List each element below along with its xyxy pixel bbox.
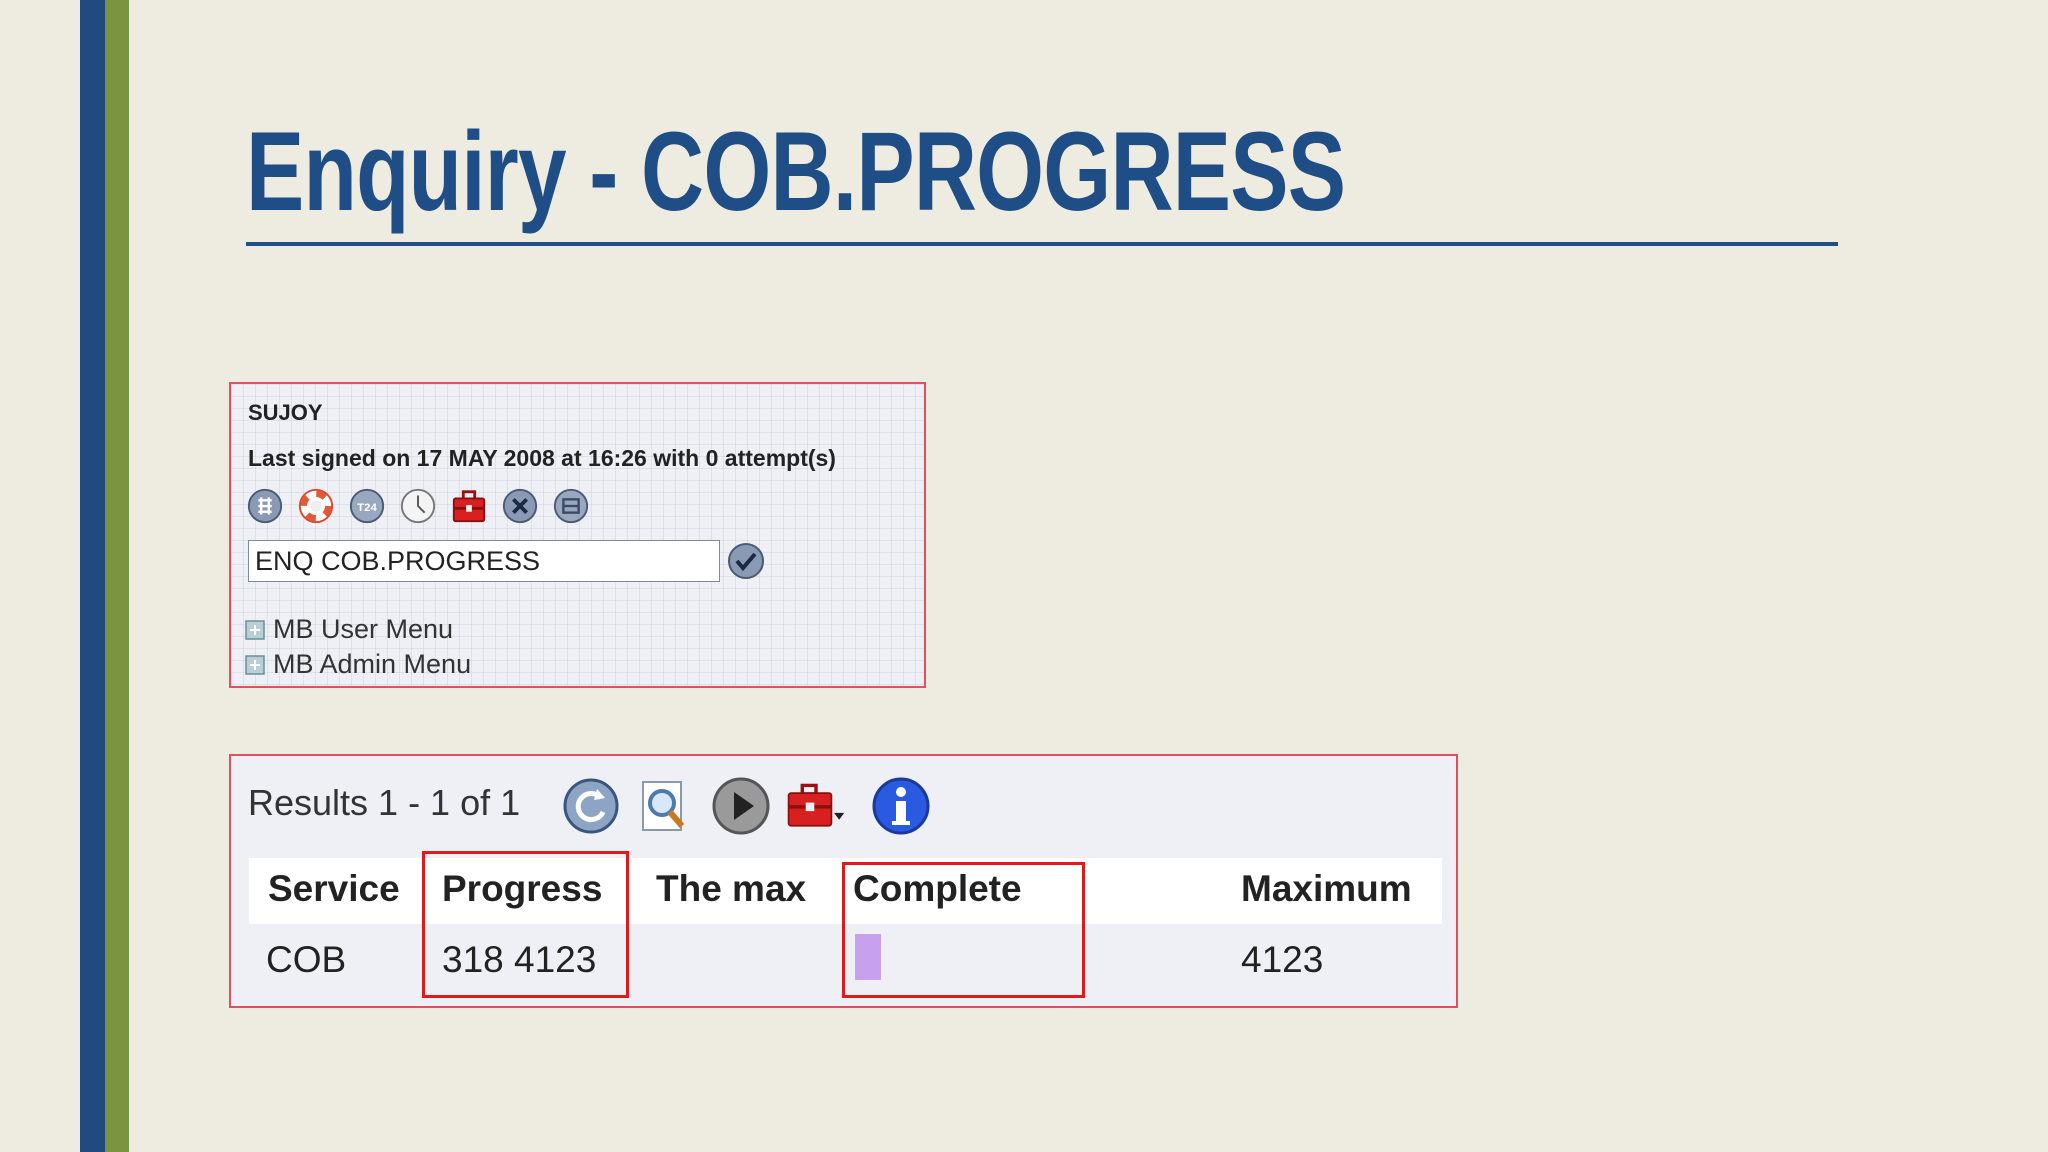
- login-panel: SUJOY Last signed on 17 MAY 2008 at 16:2…: [229, 382, 926, 688]
- home-icon[interactable]: [246, 487, 284, 525]
- toolbox-icon[interactable]: [450, 487, 488, 525]
- menu-item-mb-admin[interactable]: MB Admin Menu: [245, 649, 471, 680]
- menu-item-label: MB Admin Menu: [273, 649, 472, 679]
- title-underline: [246, 242, 1838, 246]
- column-header-the-max[interactable]: The max: [656, 868, 806, 910]
- cell-service: COB: [266, 939, 347, 980]
- highlight-box-complete: [842, 862, 1085, 998]
- close-icon[interactable]: [501, 487, 539, 525]
- expand-plus-icon: [245, 654, 265, 675]
- help-lifebuoy-icon[interactable]: [297, 487, 335, 525]
- column-header-maximum[interactable]: Maximum: [1241, 868, 1412, 910]
- last-signed-info: Last signed on 17 MAY 2008 at 16:26 with…: [248, 445, 836, 471]
- t24-icon[interactable]: T24: [348, 487, 386, 525]
- results-count: Results 1 - 1 of 1: [248, 782, 521, 823]
- left-stripe-green: [105, 0, 129, 1152]
- info-icon[interactable]: [871, 776, 931, 836]
- command-input[interactable]: [248, 540, 720, 582]
- highlight-box-progress: [422, 851, 629, 998]
- svg-text:T24: T24: [357, 502, 377, 514]
- cell-maximum: 4123: [1241, 939, 1324, 980]
- minimize-icon[interactable]: [552, 487, 590, 525]
- toolbox-dropdown-icon[interactable]: [786, 776, 846, 836]
- toolbar: T24: [246, 487, 590, 525]
- clock-icon[interactable]: [399, 487, 437, 525]
- expand-plus-icon: [245, 619, 265, 640]
- go-check-icon[interactable]: [726, 541, 766, 581]
- play-icon[interactable]: [711, 776, 771, 836]
- magnify-icon[interactable]: [637, 776, 697, 836]
- column-header-service[interactable]: Service: [268, 868, 400, 910]
- user-name: SUJOY: [248, 400, 323, 425]
- menu-item-mb-user[interactable]: MB User Menu: [245, 614, 453, 645]
- menu-item-label: MB User Menu: [273, 614, 454, 644]
- results-panel: Results 1 - 1 of 1 Service Progress The …: [229, 754, 1458, 1008]
- refresh-icon[interactable]: [561, 776, 621, 836]
- slide-title: Enquiry - COB.PROGRESS: [246, 109, 1346, 234]
- left-stripe-blue: [80, 0, 105, 1152]
